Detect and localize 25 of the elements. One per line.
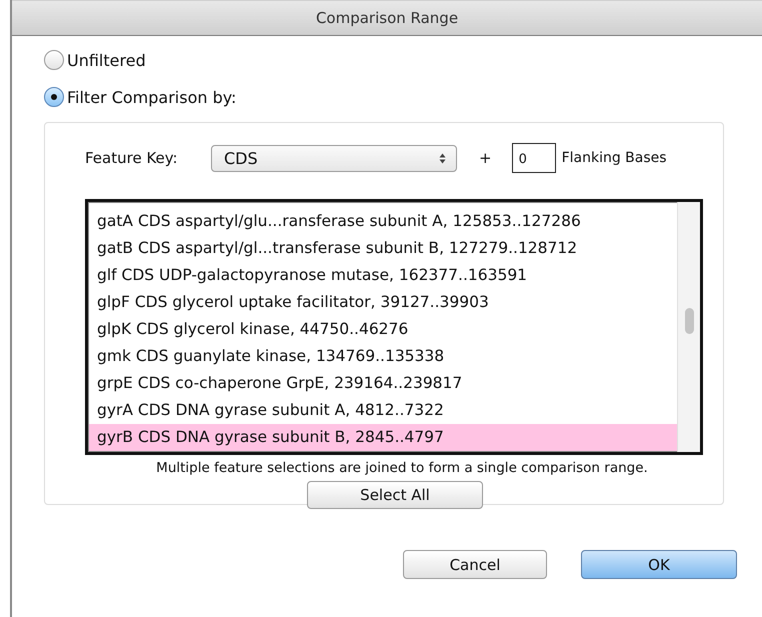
ok-button[interactable]: OK	[581, 550, 737, 579]
hint-text: Multiple feature selections are joined to form a single comparison range.	[155, 460, 649, 476]
list-item[interactable]: gyrA CDS DNA gyrase subunit A, 4812..7322	[89, 397, 677, 424]
cancel-button[interactable]: Cancel	[403, 550, 547, 579]
radio-label: Unfiltered	[67, 50, 146, 70]
list-item[interactable]: glpF CDS glycerol uptake facilitator, 39127..39903	[89, 289, 677, 316]
flanking-bases-label: Flanking Bases	[562, 150, 667, 166]
list-item[interactable]: gatA CDS aspartyl/glu...ransferase subunit A, 125853..127286	[89, 208, 677, 235]
plus-sign: +	[479, 149, 492, 167]
radio-button[interactable]	[44, 87, 64, 107]
stepper-arrows-icon	[439, 152, 446, 164]
flanking-bases-field[interactable]: 0	[512, 143, 556, 173]
feature-key-dropdown[interactable]: CDS	[211, 144, 457, 172]
radio-button[interactable]	[44, 50, 64, 70]
radio-label: Filter Comparison by:	[67, 88, 236, 106]
window-title: Comparison Range	[316, 9, 458, 27]
select-all-button[interactable]: Select All	[307, 481, 483, 509]
list-item[interactable]: gyrB CDS DNA gyrase subunit B, 2845..4797	[89, 424, 677, 451]
list-item[interactable]: grpE CDS co-chaperone GrpE, 239164..239817	[89, 370, 677, 397]
list-item[interactable]: gmk CDS guanylate kinase, 134769..135338	[89, 343, 677, 370]
feature-key-label: Feature Key:	[85, 149, 179, 167]
list-item[interactable]: glpK CDS glycerol kinase, 44750..46276	[89, 316, 677, 343]
list-item[interactable]: gatB CDS aspartyl/gl...transferase subunit B, 127279..128712	[89, 235, 677, 262]
list-item[interactable]: glf CDS UDP-galactopyranose mutase, 162377..163591	[89, 262, 677, 289]
scrollbar-thumb[interactable]	[685, 308, 694, 334]
